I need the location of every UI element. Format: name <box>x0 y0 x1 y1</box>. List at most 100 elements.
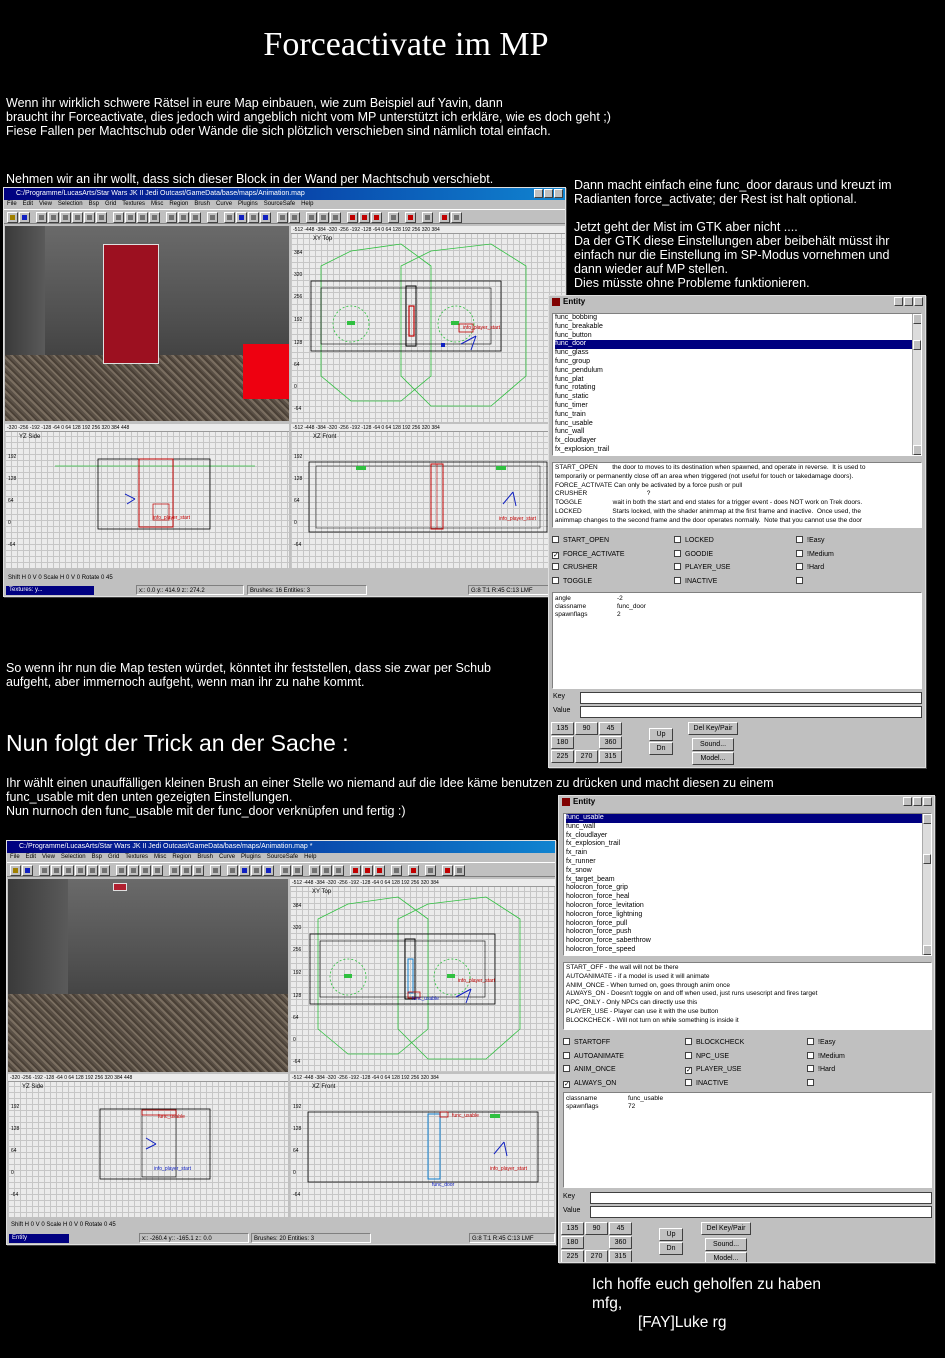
maximize-icon[interactable] <box>913 797 922 806</box>
xy-top-view[interactable]: -512 -448 -384 -320 -256 -192 -128 -64 0… <box>290 879 555 1072</box>
angle-225-button[interactable]: 225 <box>551 750 574 763</box>
sound-button[interactable]: Sound... <box>692 738 734 751</box>
checkbox-icon[interactable] <box>563 1051 570 1059</box>
menu-selection[interactable]: Selection <box>58 201 83 207</box>
angle-180-button[interactable]: 180 <box>551 736 574 749</box>
checkbox-icon[interactable] <box>807 1065 814 1073</box>
checkbox-icon[interactable] <box>674 576 681 584</box>
texture-view-icon[interactable] <box>236 212 247 223</box>
spawnflag-checkbox[interactable]: !Hard <box>796 563 824 572</box>
entity-class-item[interactable]: func_plat <box>555 376 921 385</box>
complete-tall-icon[interactable] <box>113 212 124 223</box>
hollow-icon[interactable] <box>193 865 204 876</box>
entity-window-controls[interactable] <box>893 297 923 310</box>
csg-subtract-icon[interactable] <box>166 212 177 223</box>
clipper-icon[interactable] <box>207 212 218 223</box>
menu-grid[interactable]: Grid <box>105 201 116 207</box>
angle-45-button[interactable]: 45 <box>599 722 622 735</box>
entity-class-item[interactable]: func_train <box>555 411 921 420</box>
entity-class-item[interactable]: fx_rain <box>566 849 931 858</box>
menu-file[interactable]: File <box>7 201 17 207</box>
select-inside-icon[interactable] <box>149 212 160 223</box>
csg-subtract-icon[interactable] <box>169 865 180 876</box>
spawnflag-checkbox[interactable]: !Easy <box>807 1038 836 1047</box>
open-icon[interactable] <box>10 865 21 876</box>
change-view-icon[interactable] <box>227 865 238 876</box>
entity-class-item[interactable]: fx_snow <box>566 867 931 876</box>
menu-misc[interactable]: Misc <box>151 201 163 207</box>
menu-view[interactable]: View <box>39 201 52 207</box>
camera-view[interactable] <box>8 879 288 1072</box>
entity-class-item[interactable]: holocron_force_push <box>566 928 931 937</box>
entity-class-item[interactable]: func_glass <box>555 349 921 358</box>
spawnflag-checkbox[interactable]: !Medium <box>807 1051 845 1061</box>
spawnflag-checkbox[interactable]: CRUSHER <box>552 563 598 572</box>
select-partial-icon[interactable] <box>140 865 151 876</box>
minimize-icon[interactable] <box>894 297 903 306</box>
entity-class-item[interactable]: fx_explosion_trail <box>566 840 931 849</box>
model-button[interactable]: Model... <box>692 752 734 765</box>
menu-help[interactable]: Help <box>301 201 313 207</box>
show-entities-icon[interactable] <box>388 212 399 223</box>
angle-315-button[interactable]: 315 <box>599 750 622 763</box>
checkbox-icon[interactable] <box>796 576 803 584</box>
close-icon[interactable] <box>914 297 923 306</box>
lock-icon[interactable] <box>408 865 419 876</box>
entity-class-item[interactable]: func_button <box>555 332 921 341</box>
menu-edit[interactable]: Edit <box>26 854 36 860</box>
entity-class-item[interactable]: func_usable <box>555 420 921 429</box>
transform-controls[interactable]: Shift H 0 V 0 Scale H 0 V 0 Rotate 0 45 <box>7 1219 555 1231</box>
xz-front-view[interactable]: -512 -448 -384 -320 -256 -192 -128 -64 0… <box>291 424 565 568</box>
down-button[interactable]: Dn <box>649 742 673 755</box>
angle-45-button[interactable]: 45 <box>609 1222 632 1235</box>
xy-top-view[interactable]: -512 -448 -384 -320 -256 -192 -128 -64 0… <box>291 226 565 422</box>
entity-class-item[interactable]: fx_cloudlayer <box>566 832 931 841</box>
xz-front-view[interactable]: -512 -448 -384 -320 -256 -192 -128 -64 0… <box>290 1074 555 1217</box>
key-value-row[interactable]: classname func_usable <box>566 1095 929 1103</box>
entity-class-item[interactable]: func_rotating <box>555 384 921 393</box>
entity-class-item[interactable]: holocron_force_grip <box>566 884 931 893</box>
menu-textures[interactable]: Textures <box>122 201 145 207</box>
del-key-pair-button[interactable]: Del Key/Pair <box>701 1222 751 1235</box>
entity-class-item[interactable]: holocron_force_saberthrow <box>566 937 931 946</box>
up-button[interactable]: Up <box>649 728 673 741</box>
class-list-scrollbar[interactable] <box>912 314 921 455</box>
menu-plugins[interactable]: Plugins <box>241 854 261 860</box>
entity-class-item[interactable]: fx_target_beam <box>566 876 931 885</box>
axis-z-icon[interactable] <box>333 865 344 876</box>
checkbox-icon[interactable] <box>674 549 681 557</box>
key-value-row[interactable]: angle -2 <box>555 595 919 603</box>
yz-side-view[interactable]: -320 -256 -192 -128 -64 0 64 128 192 256… <box>5 424 289 568</box>
checkbox-icon[interactable] <box>685 1078 692 1086</box>
show-entities-icon[interactable] <box>391 865 402 876</box>
scroll-thumb[interactable] <box>923 854 931 864</box>
key-input[interactable] <box>590 1192 932 1204</box>
value-input[interactable] <box>590 1206 932 1218</box>
angle-135-button[interactable]: 135 <box>551 722 574 735</box>
key-value-row[interactable]: classname func_door <box>555 603 919 611</box>
bend-icon[interactable] <box>359 212 370 223</box>
cubic-clip-icon[interactable] <box>260 212 271 223</box>
key-value-list[interactable]: angle -2 classname func_door spawnflags 2 <box>552 592 922 689</box>
menu-sourcesafe[interactable]: SourceSafe <box>264 201 295 207</box>
rotate-x-icon[interactable] <box>51 865 62 876</box>
rotate-z-icon[interactable] <box>99 865 110 876</box>
angle-90-button[interactable]: 90 <box>585 1222 608 1235</box>
save-icon[interactable] <box>19 212 30 223</box>
menu-bsp[interactable]: Bsp <box>92 854 102 860</box>
angle-360-button[interactable]: 360 <box>599 736 622 749</box>
scale-icon[interactable] <box>292 865 303 876</box>
checkbox-checked-icon[interactable]: ✓ <box>552 551 559 559</box>
scale-icon[interactable] <box>289 212 300 223</box>
entity-class-item[interactable]: func_breakable <box>555 323 921 332</box>
save-icon[interactable] <box>22 865 33 876</box>
free-rotate-icon[interactable] <box>280 865 291 876</box>
usable-brush[interactable] <box>113 883 127 891</box>
spawnflag-checkbox[interactable]: ✓ ALWAYS_ON <box>563 1079 616 1088</box>
menu-brush[interactable]: Brush <box>194 201 210 207</box>
rotate-z-icon[interactable] <box>96 212 107 223</box>
checkbox-icon[interactable] <box>685 1038 692 1045</box>
spawnflag-checkbox[interactable]: AUTOANIMATE <box>563 1051 624 1061</box>
entity-tab[interactable]: Entity <box>9 1234 69 1243</box>
entity-class-item[interactable]: fx_runner <box>566 858 931 867</box>
